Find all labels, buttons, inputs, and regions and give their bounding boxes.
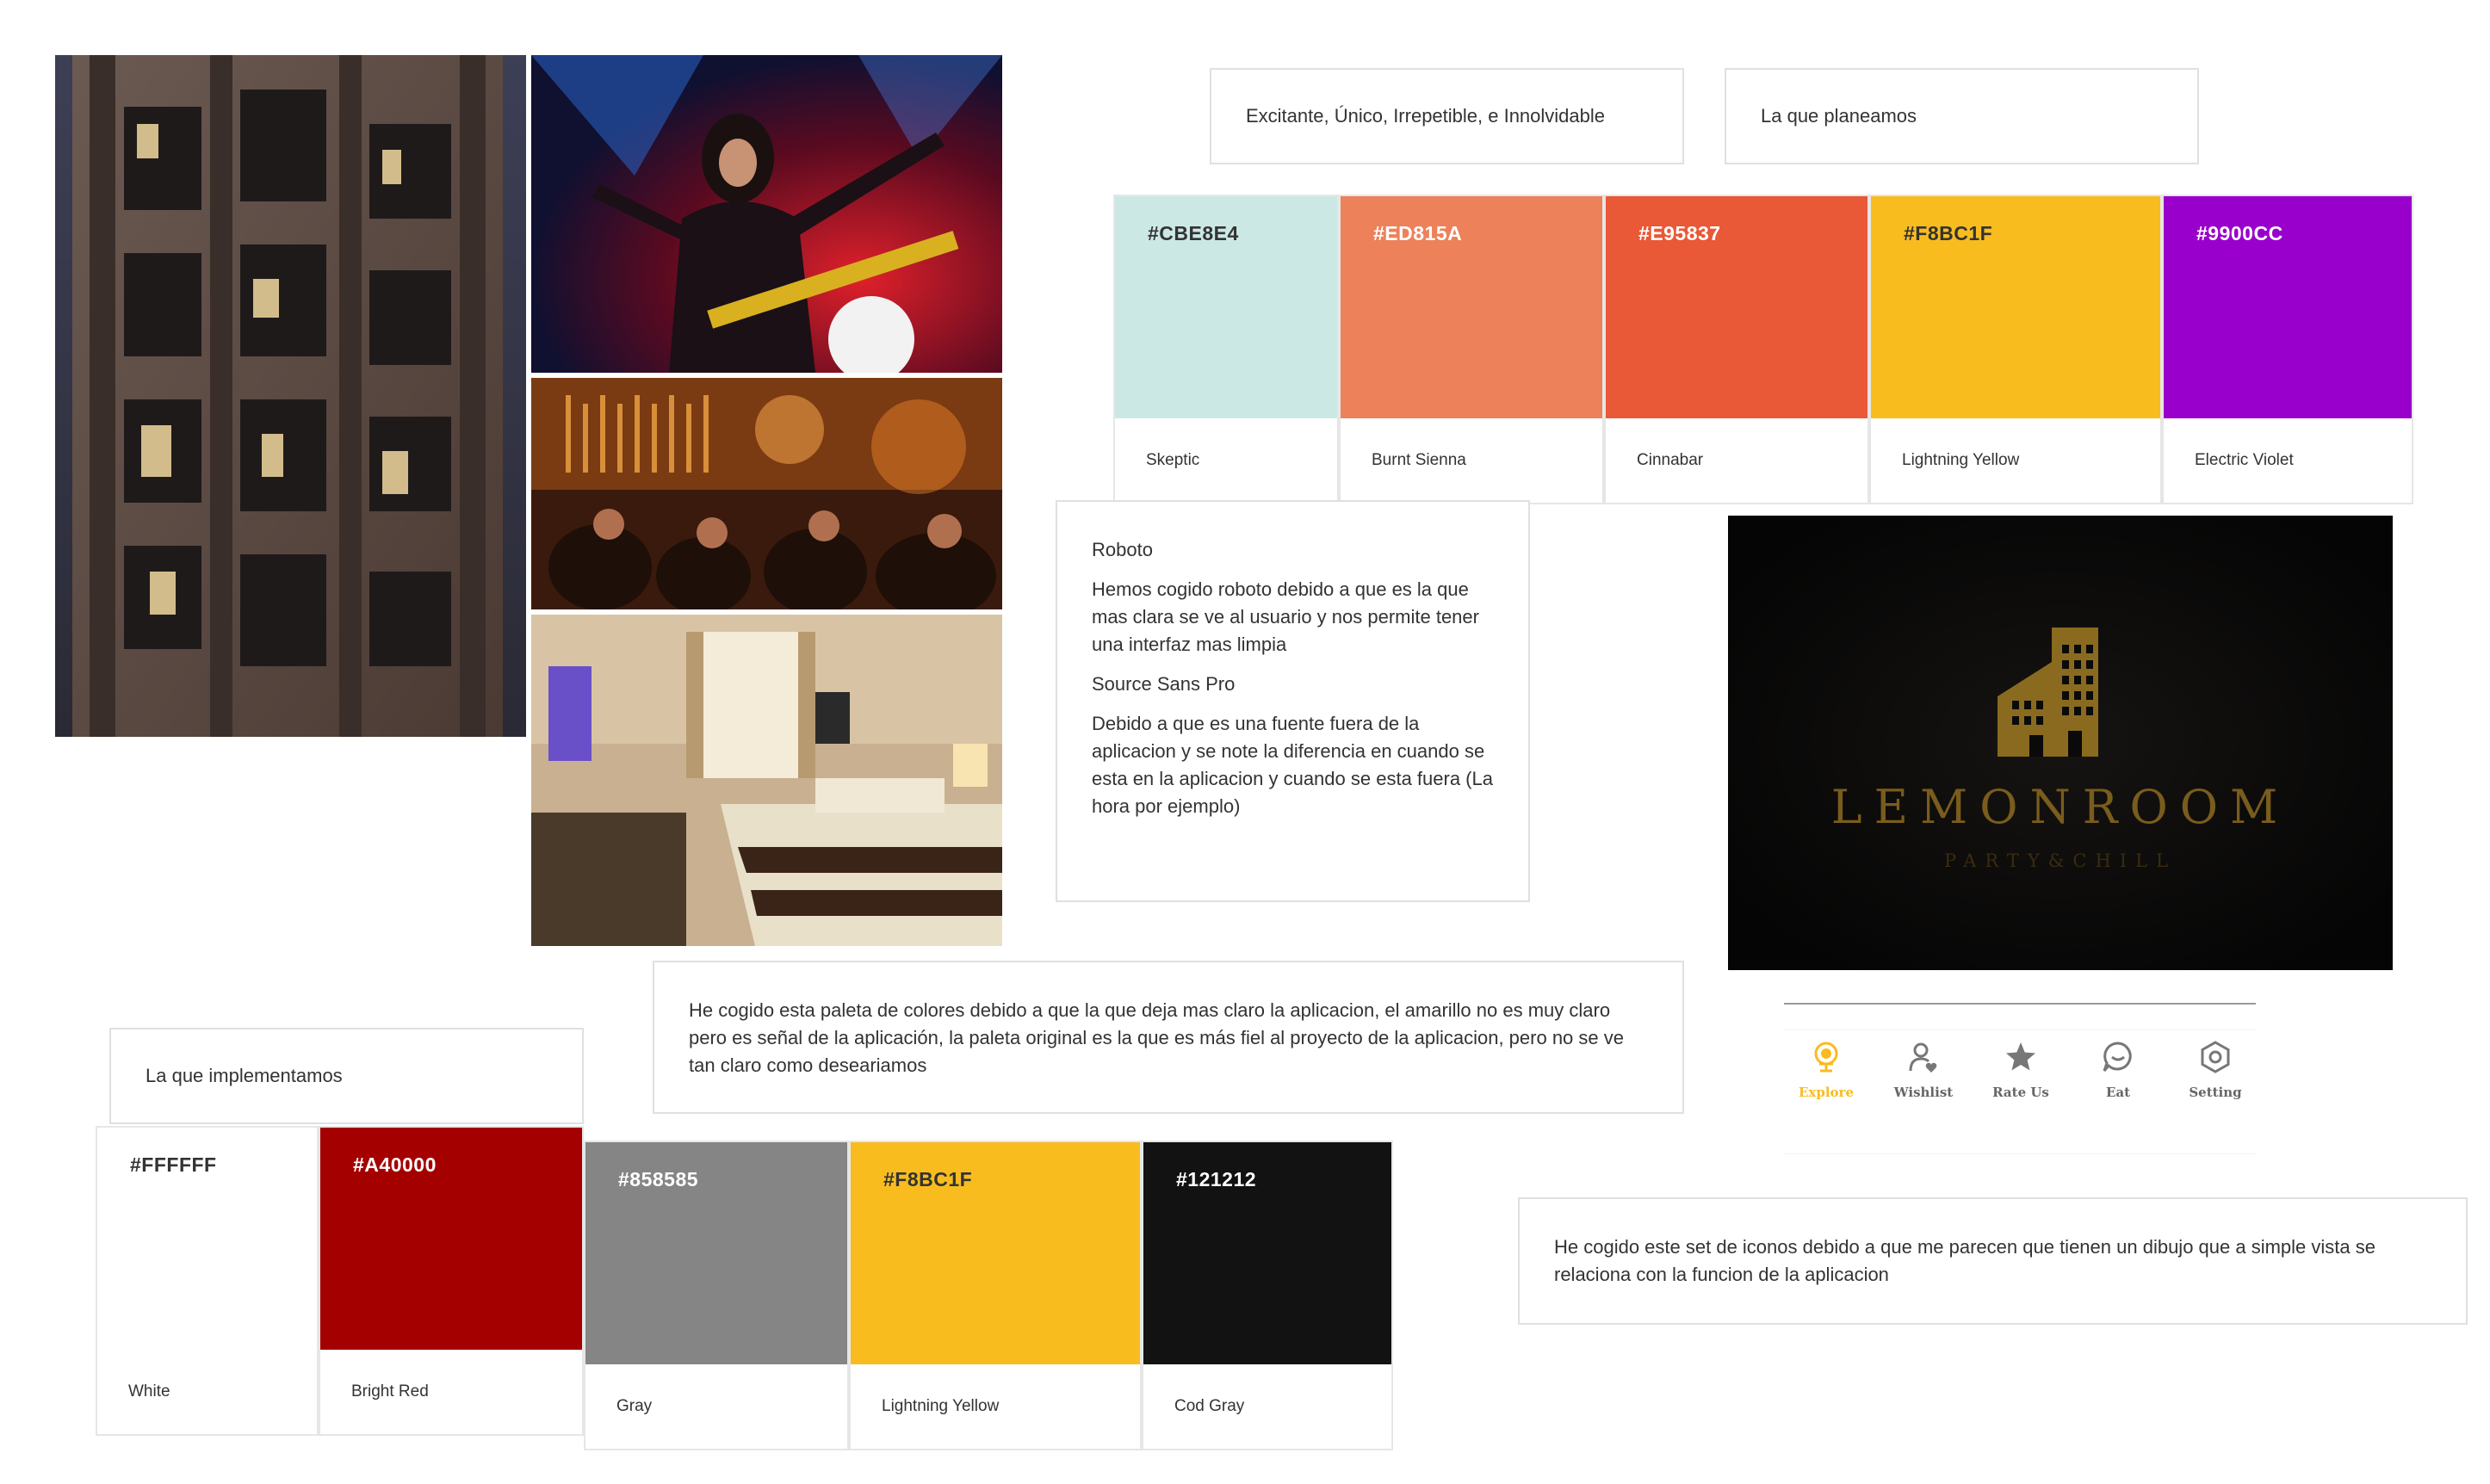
nav-label-wishlist: Wishlist — [1893, 1085, 1954, 1100]
hex-code: #F8BC1F — [883, 1168, 973, 1190]
nav-label-rate-us: Rate Us — [1992, 1085, 2049, 1100]
hotel-room-photo — [531, 615, 1002, 946]
color-name: Lightning Yellow — [882, 1397, 1000, 1415]
hex-code: #ED815A — [1373, 222, 1463, 244]
concert-photo — [531, 55, 1002, 373]
building-facade-photo — [55, 55, 526, 737]
logo-wordmark: LEMONROOM — [1831, 780, 2290, 834]
palette-note-box: He cogido esta paleta de colores debido … — [653, 961, 1684, 1114]
icons-note-box: He cogido este set de iconos debido a qu… — [1518, 1197, 2468, 1325]
nav-explore[interactable]: Explore — [1779, 1040, 1874, 1100]
implemented-swatch: #858585 Gray — [584, 1141, 849, 1450]
color-name: Gray — [616, 1397, 653, 1415]
star-icon — [2006, 1042, 2035, 1071]
globe-icon — [1814, 1042, 1838, 1073]
nav-label-eat: Eat — [2105, 1085, 2131, 1100]
font1-name: Roboto — [1092, 539, 1153, 560]
color-name: White — [128, 1382, 170, 1401]
lemonroom-logo: LEMONROOM PARTY&CHILL — [1728, 516, 2393, 970]
planned-swatch: #E95837 Cinnabar — [1604, 195, 1869, 504]
font1-reason: Hemos cogido roboto debido a que es la q… — [1092, 578, 1479, 655]
nav-label-setting: Setting — [2189, 1085, 2242, 1100]
hex-code: #FFFFFF — [130, 1153, 217, 1176]
planned-keywords-text: Excitante, Único, Irrepetible, e Innolvi… — [1246, 105, 1606, 127]
nav-rate-us[interactable]: Rate Us — [1973, 1040, 2068, 1100]
hex-code: #F8BC1F — [1904, 222, 1993, 244]
color-name: Lightning Yellow — [1902, 451, 2020, 469]
implemented-title-box: La que implementamos — [109, 1028, 584, 1124]
implemented-swatch: #F8BC1F Lightning Yellow — [849, 1141, 1142, 1450]
user-heart-icon — [1909, 1042, 1937, 1073]
font2-reason: Debido a que es una fuente fuera de la a… — [1092, 713, 1493, 817]
color-name: Bright Red — [351, 1382, 429, 1401]
bar-photo — [531, 378, 1002, 609]
hex-code: #121212 — [1176, 1168, 1257, 1190]
nav-wishlist[interactable]: Wishlist — [1876, 1040, 1971, 1100]
hex-code: #9900CC — [2196, 222, 2283, 244]
planned-swatch: #F8BC1F Lightning Yellow — [1869, 195, 2162, 504]
palette-note-text: He cogido esta paleta de colores debido … — [689, 999, 1624, 1076]
nav-setting[interactable]: Setting — [2168, 1040, 2263, 1100]
planned-swatch: #9900CC Electric Violet — [2162, 195, 2413, 504]
implemented-swatch: #FFFFFF White — [96, 1126, 319, 1436]
planned-keywords-box: Excitante, Único, Irrepetible, e Innolvi… — [1210, 68, 1684, 164]
fonts-card: Roboto Hemos cogido roboto debido a que … — [1056, 500, 1530, 902]
hex-code: #A40000 — [353, 1153, 437, 1176]
color-name: Electric Violet — [2195, 451, 2294, 469]
planned-swatch: #ED815A Burnt Sienna — [1339, 195, 1604, 504]
chat-icon — [2103, 1042, 2132, 1072]
implemented-swatch: #121212 Cod Gray — [1142, 1141, 1393, 1450]
gear-icon — [2201, 1041, 2230, 1073]
planned-swatch: #CBE8E4 Skeptic — [1113, 195, 1339, 504]
hex-code: #858585 — [618, 1168, 699, 1190]
nav-divider — [1784, 1003, 2256, 1005]
nav-bottom-edge — [1784, 1153, 2256, 1154]
nav-label-explore: Explore — [1798, 1085, 1854, 1100]
color-name: Cinnabar — [1637, 451, 1704, 469]
font2-name: Source Sans Pro — [1092, 673, 1236, 695]
planned-title-text: La que planeamos — [1761, 105, 1917, 127]
color-name: Burnt Sienna — [1372, 451, 1466, 469]
implemented-title-text: La que implementamos — [146, 1065, 343, 1086]
color-name: Cod Gray — [1174, 1397, 1245, 1415]
hex-code: #CBE8E4 — [1148, 222, 1239, 244]
color-name: Skeptic — [1146, 451, 1200, 469]
logo-tagline: PARTY&CHILL — [1944, 850, 2177, 871]
planned-title-box: La que planeamos — [1725, 68, 2199, 164]
implemented-swatch: #A40000 Bright Red — [319, 1126, 584, 1436]
hex-code: #E95837 — [1638, 222, 1721, 244]
icons-note-text: He cogido este set de iconos debido a qu… — [1554, 1236, 2375, 1285]
nav-eat[interactable]: Eat — [2071, 1040, 2165, 1100]
